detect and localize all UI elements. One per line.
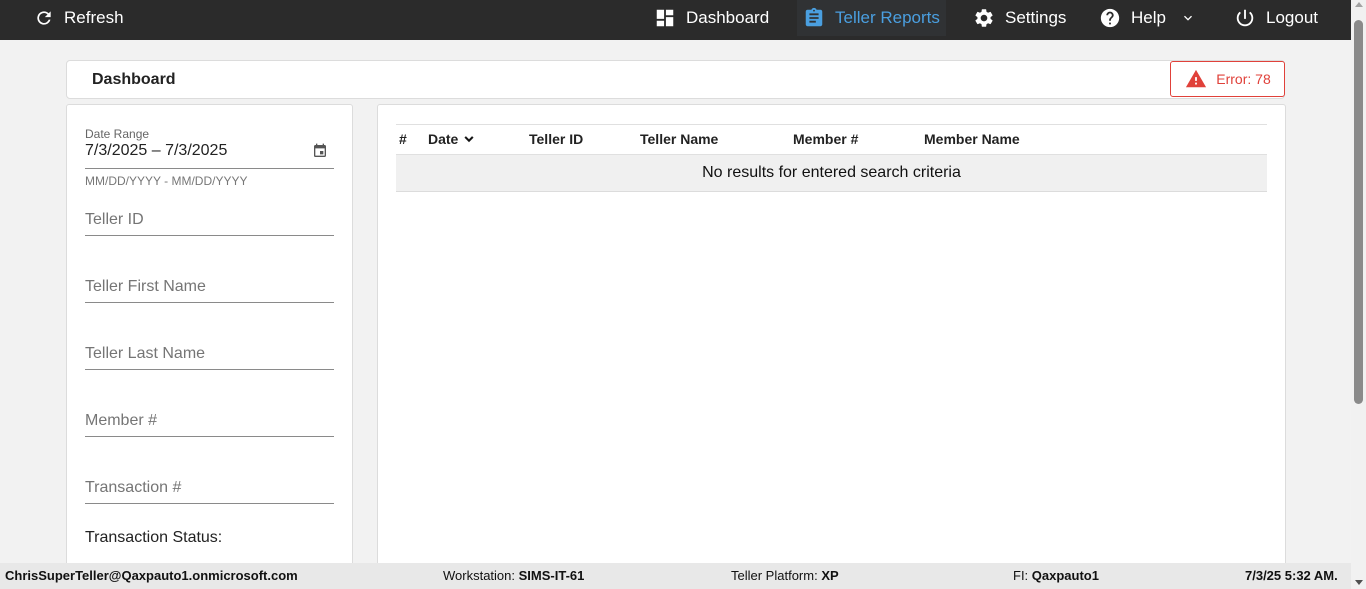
refresh-label: Refresh [64,8,124,27]
refresh-icon [37,11,51,25]
error-label: Error: 78 [1216,71,1271,87]
dashboard-icon [656,9,674,27]
results-panel: # Date Teller ID Teller Name Member # Me… [377,104,1286,574]
nav-dashboard[interactable]: Dashboard [654,0,769,36]
column-header-teller-id[interactable]: Teller ID [529,131,583,147]
nav-help[interactable]: Help [1099,0,1196,36]
page-title-bar: Dashboard [66,60,1285,99]
page-scrollbar[interactable] [1351,0,1366,589]
date-range-value: 7/3/2025 – 7/3/2025 [85,142,228,159]
scroll-down-arrow-icon[interactable] [1355,580,1363,585]
nav-settings-label: Settings [1005,8,1067,27]
teller-first-name-placeholder: Teller First Name [85,278,206,295]
teller-first-name-input[interactable]: Teller First Name [85,272,334,303]
nav-teller-reports[interactable]: Teller Reports [797,0,946,36]
scroll-up-arrow-icon[interactable] [1355,2,1363,7]
status-bar: ChrisSuperTeller@Qaxpauto1.onmicrosoft.c… [0,563,1351,589]
date-range-field[interactable]: 7/3/2025 – 7/3/2025 [85,141,334,169]
transaction-status-label: Transaction Status: [85,529,223,546]
clipboard-icon [805,7,823,27]
status-teller-platform: Teller Platform: XP [731,568,839,583]
teller-id-placeholder: Teller ID [85,211,144,228]
status-fi: FI: Qaxpauto1 [1013,568,1099,583]
error-button[interactable]: Error: 78 [1170,61,1285,97]
nav-teller-reports-label: Teller Reports [835,8,940,27]
nav-logout[interactable]: Logout [1234,0,1318,36]
status-workstation: Workstation: SIMS-IT-61 [443,568,585,583]
filter-panel: Date Range 7/3/2025 – 7/3/2025 MM/DD/YYY… [66,104,353,574]
column-header-member-number[interactable]: Member # [793,131,858,147]
nav-settings[interactable]: Settings [973,0,1066,36]
column-header-number[interactable]: # [399,131,407,147]
teller-last-name-input[interactable]: Teller Last Name [85,339,334,370]
column-header-member-name[interactable]: Member Name [924,131,1020,147]
status-datetime: 7/3/25 5:32 AM. [1245,568,1338,583]
table-header: # Date Teller ID Teller Name Member # Me… [396,124,1267,155]
column-header-date[interactable]: Date [428,131,477,147]
nav-help-label: Help [1131,8,1166,27]
teller-last-name-placeholder: Teller Last Name [85,345,206,362]
transaction-number-input[interactable]: Transaction # [85,473,334,504]
member-number-placeholder: Member # [85,412,158,429]
sort-descending-icon [464,136,474,143]
nav-dashboard-label: Dashboard [686,8,770,27]
nav-logout-label: Logout [1266,8,1318,27]
calendar-icon[interactable] [312,143,328,159]
help-icon [1100,8,1120,28]
status-user: ChrisSuperTeller@Qaxpauto1.onmicrosoft.c… [5,568,298,583]
refresh-button[interactable]: Refresh [34,0,124,36]
page-title: Dashboard [92,71,176,88]
chevron-down-icon [1183,15,1192,21]
scroll-thumb[interactable] [1354,20,1363,404]
column-header-teller-name[interactable]: Teller Name [640,131,718,147]
date-range-hint: MM/DD/YYYY - MM/DD/YYYY [85,174,248,188]
transaction-number-placeholder: Transaction # [85,479,182,496]
date-range-label: Date Range [85,127,150,141]
member-number-input[interactable]: Member # [85,406,334,437]
power-icon [1236,9,1254,27]
warning-icon [1186,69,1207,88]
teller-id-input[interactable]: Teller ID [85,205,334,236]
gear-icon [975,9,993,27]
no-results-message: No results for entered search criteria [396,155,1267,192]
top-navbar: Refresh Dashboard Teller Reports Setting… [0,0,1366,40]
